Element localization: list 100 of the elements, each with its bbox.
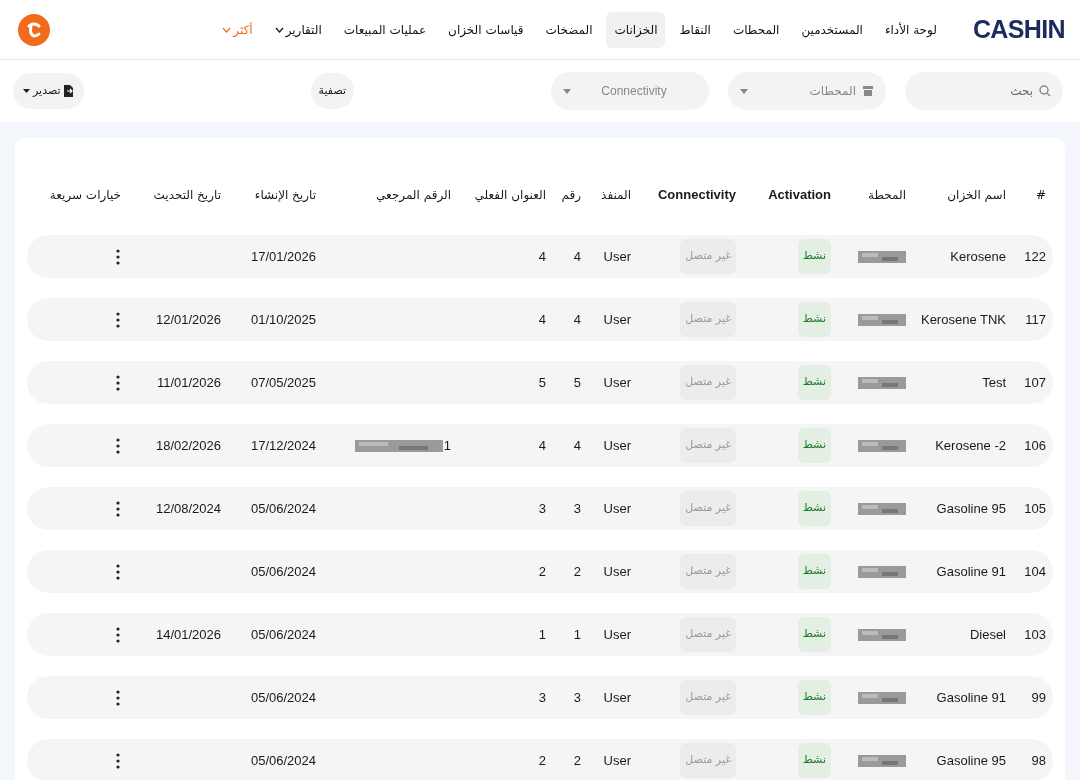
nav-tab[interactable]: قياسات الخزان (440, 11, 532, 48)
table-cell-text: 11/01/2026 (156, 373, 221, 392)
table-cell-text: 14/01/2026 (155, 625, 221, 644)
nav-tab[interactable]: المحطات (724, 11, 788, 48)
table-cell-text: Kerosene -2 (935, 436, 1006, 455)
table-cell-text: 3 (573, 688, 581, 707)
table-cell-text: 2 (538, 562, 546, 581)
table-cell-text: 98 (1031, 751, 1046, 770)
status-badge: نشط (797, 743, 831, 778)
column-header: Connectivity (658, 187, 736, 202)
table-cell-text: User (603, 373, 631, 392)
table-cell-text: 4 (573, 310, 581, 329)
table-cell-text: 01/10/2025 (250, 310, 316, 329)
more-options-icon[interactable] (116, 752, 120, 769)
status-badge: نشط (797, 239, 831, 274)
table-cell-text: Gasoline 95 (936, 751, 1006, 770)
caret-icon (563, 88, 571, 94)
table-cell-text: 05/06/2024 (250, 499, 316, 518)
table-cell-text: 2 (538, 751, 546, 770)
nav-tab[interactable]: النقاط (671, 11, 719, 48)
nav-tab[interactable]: عمليات المبيعات (335, 11, 435, 48)
caret-icon (740, 88, 748, 94)
status-badge: نشط (797, 491, 831, 526)
status-badge: نشط (797, 365, 831, 400)
more-options-icon[interactable] (116, 437, 120, 454)
column-header: العنوان الفعلي (474, 188, 546, 202)
status-badge: غير متصل (680, 491, 736, 526)
dropdown-placeholder: المحطات (808, 83, 856, 100)
table-cell-text: 4 (573, 247, 581, 266)
more-options-icon[interactable] (116, 563, 120, 580)
table-cell-text: User (603, 436, 631, 455)
status-badge: غير متصل (680, 554, 736, 589)
nav-tab[interactable]: الخزانات (606, 11, 666, 48)
more-options-icon[interactable] (116, 248, 120, 265)
table-cell-text: 103 (1024, 625, 1046, 644)
search-field[interactable]: بحث (905, 72, 1063, 110)
table-cell-text: 18/02/2026 (155, 436, 221, 455)
status-badge: غير متصل (680, 428, 736, 463)
table-cell-text: 3 (573, 499, 581, 518)
table-cell-text: Gasoline 91 (936, 562, 1006, 581)
table-cell-text: 3 (538, 499, 546, 518)
table-cell-text: User (603, 247, 631, 266)
filter-button[interactable]: تصفية (310, 73, 354, 109)
more-options-icon[interactable] (116, 374, 120, 391)
table-cell-text: User (603, 688, 631, 707)
table-cell-text: Test (982, 373, 1006, 392)
more-options-icon[interactable] (116, 689, 120, 706)
export-icon (63, 85, 74, 97)
table-cell-text: 17/12/2024 (250, 436, 316, 455)
table-cell-text: Kerosene TNK (920, 310, 1006, 329)
table-cell-text: 4 (538, 247, 546, 266)
column-header: رقم (561, 188, 581, 202)
table-cell-text: Diesel (969, 625, 1006, 644)
table-cell-text: 104 (1024, 562, 1046, 581)
table-cell-text: User (603, 310, 631, 329)
table-cell-text: 07/05/2025 (250, 373, 316, 392)
table-cell-text: 1 (538, 625, 546, 644)
store-icon (862, 85, 874, 97)
table-cell-text: 99 (1031, 688, 1046, 707)
status-badge: نشط (797, 428, 831, 463)
status-badge: غير متصل (680, 680, 736, 715)
table-cell-text: Gasoline 95 (936, 499, 1006, 518)
status-badge: غير متصل (680, 302, 736, 337)
nav-tab[interactable]: المضخات (537, 11, 601, 48)
status-badge: غير متصل (680, 239, 736, 274)
column-header: المحطة (868, 188, 906, 202)
table-cell-text: 5 (538, 373, 546, 392)
more-options-icon[interactable] (116, 500, 120, 517)
column-header: اسم الخزان (947, 188, 1006, 202)
more-options-icon[interactable] (116, 311, 120, 328)
column-header: الرقم المرجعي (376, 188, 451, 202)
table-cell-text: 4 (538, 436, 546, 455)
table-cell-text: 117 (1025, 310, 1046, 329)
table-cell-text: Gasoline 91 (936, 688, 1006, 707)
table-cell-text: 4 (538, 310, 546, 329)
table-cell-text: 05/06/2024 (250, 562, 316, 581)
avatar-icon[interactable] (18, 13, 50, 46)
table-cell-text: 05/06/2024 (250, 625, 316, 644)
table-cell-text: User (603, 499, 631, 518)
status-badge: غير متصل (680, 617, 736, 652)
table-cell-text: 17/01/2026 (250, 247, 316, 266)
chevron-icon (222, 26, 232, 33)
nav-tab[interactable]: التقارير (266, 11, 330, 48)
export-button[interactable]: تصدير (13, 73, 84, 109)
nav-tab[interactable]: المستخدمين (793, 11, 871, 48)
status-badge: نشط (797, 617, 831, 652)
table-cell-text: 05/06/2024 (250, 751, 316, 770)
column-header: تاريخ الإنشاء (254, 188, 316, 202)
caret-icon (23, 89, 30, 93)
table-cell-text: 105 (1024, 499, 1046, 518)
more-options-icon[interactable] (116, 626, 120, 643)
column-header: Activation (768, 187, 831, 202)
dropdown-placeholder: Connectivity (600, 83, 668, 100)
nav-tab[interactable]: لوحة الأداء (876, 11, 945, 48)
table-cell-text: 122 (1024, 247, 1046, 266)
table-cell-text: User (603, 625, 631, 644)
search-icon (1039, 85, 1051, 97)
brand-logo[interactable]: CASHIN (972, 10, 1065, 49)
status-badge: نشط (797, 680, 831, 715)
table-cell-text: 4 (573, 436, 581, 455)
